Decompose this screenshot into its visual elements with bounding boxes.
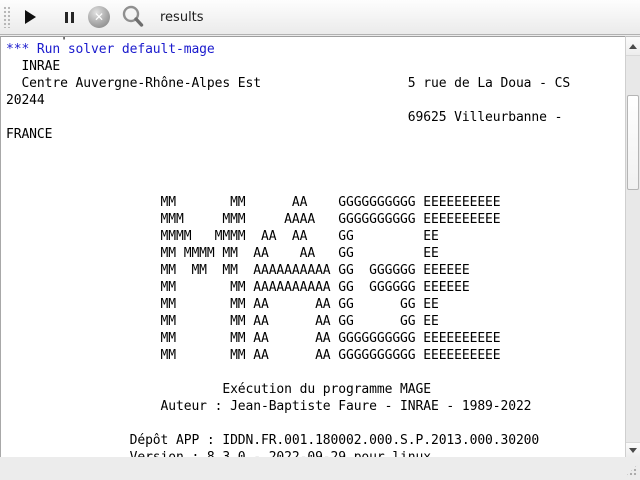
console-line <box>6 364 625 381</box>
console-line: MM MM AA GGGGGGGGGG EEEEEEEEEE <box>6 194 625 211</box>
scroll-up-button[interactable] <box>626 37 640 56</box>
console-line: MMMM MMMM AA AA GG EE <box>6 228 625 245</box>
console-line: MM MM AA AA GGGGGGGGGG EEEEEEEEEE <box>6 347 625 364</box>
pause-icon <box>65 12 74 23</box>
console-line: MM MM MM AAAAAAAAAA GG GGGGGG EEEEEE <box>6 262 625 279</box>
pause-button[interactable] <box>36 12 74 23</box>
console-line <box>6 160 625 177</box>
solver-output-window: ✕ results |*** Run solver default-mage I… <box>0 0 640 480</box>
search-button[interactable] <box>120 4 146 30</box>
console-line: Dépôt APP : IDDN.FR.001.180002.000.S.P.2… <box>6 432 625 449</box>
tab-results[interactable]: results <box>160 10 204 25</box>
console-line: MM MM AA AA GG GG EE <box>6 313 625 330</box>
console-line: 20244 <box>6 92 625 109</box>
arrow-down-icon <box>629 448 637 453</box>
console-line: Centre Auvergne-Rhône-Alpes Est 5 rue de… <box>6 75 625 92</box>
resize-grip-icon[interactable] <box>625 464 638 477</box>
console-line: MMM MMM AAAA GGGGGGGGGG EEEEEEEEEE <box>6 211 625 228</box>
stop-button[interactable]: ✕ <box>74 6 110 28</box>
console-line <box>6 143 625 160</box>
console-line: Auteur : Jean-Baptiste Faure - INRAE - 1… <box>6 398 625 415</box>
console-output[interactable]: |*** Run solver default-mage INRAE Centr… <box>0 36 625 457</box>
vertical-scrollbar[interactable] <box>625 36 640 457</box>
console-line <box>6 415 625 432</box>
toolbar: ✕ results <box>0 0 640 35</box>
console-line: MM MM AA AA GGGGGGGGGG EEEEEEEEEE <box>6 330 625 347</box>
console-line: Version : 8.3.0 - 2022-09-29 pour linux <box>6 449 625 457</box>
search-icon <box>120 4 146 30</box>
stop-icon: ✕ <box>88 6 110 28</box>
console-line: MM MM AA AA GG GG EE <box>6 296 625 313</box>
console-line: MM MMMM MM AA AA GG EE <box>6 245 625 262</box>
scrollbar-thumb[interactable] <box>627 95 639 190</box>
play-icon <box>25 10 36 24</box>
toolbar-drag-handle-icon[interactable] <box>3 6 10 28</box>
console-line <box>6 177 625 194</box>
content-area: |*** Run solver default-mage INRAE Centr… <box>0 36 640 457</box>
arrow-up-icon <box>629 44 637 49</box>
console-line: 69625 Villeurbanne - <box>6 109 625 126</box>
run-solver-button[interactable] <box>10 10 36 24</box>
console-line: MM MM AAAAAAAAAA GG GGGGGG EEEEEE <box>6 279 625 296</box>
console-line: Exécution du programme MAGE <box>6 381 625 398</box>
console-line: *** Run solver default-mage <box>6 41 625 58</box>
console-line: FRANCE <box>6 126 625 143</box>
console-line: INRAE <box>6 58 625 75</box>
bottom-strip <box>0 457 640 480</box>
scroll-down-button[interactable] <box>626 442 640 457</box>
